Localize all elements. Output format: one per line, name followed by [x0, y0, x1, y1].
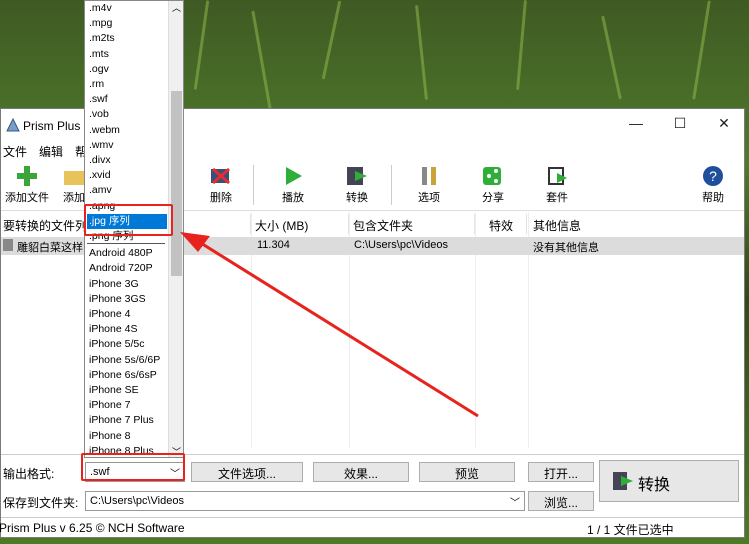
- annotation-arrow: [180, 232, 479, 418]
